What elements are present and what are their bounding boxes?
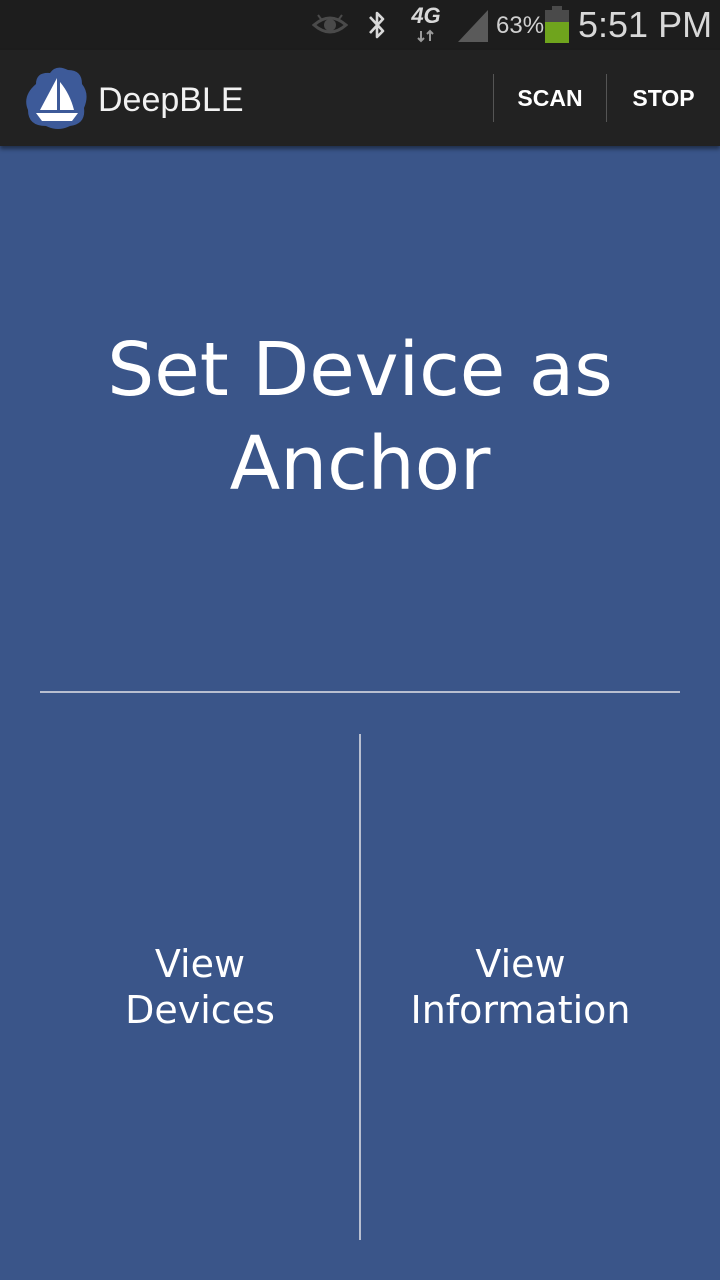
stop-button[interactable]: STOP [607, 74, 720, 122]
battery-percent: 63% [496, 12, 545, 39]
set-anchor-button[interactable]: Set Device as Anchor [0, 146, 720, 692]
bluetooth-icon [369, 11, 385, 39]
horizontal-divider [40, 691, 680, 693]
set-anchor-line-2: Anchor [229, 421, 491, 507]
network-type-label: 4G [411, 3, 441, 28]
view-information-line-2: Information [410, 988, 631, 1032]
status-bar: 4G 63% 5:51 PM [0, 0, 720, 50]
app-title: DeepBLE [98, 81, 244, 119]
data-arrows-icon [417, 29, 434, 43]
view-information-label: View Information [411, 941, 631, 1033]
clock: 5:51 PM [578, 4, 713, 45]
view-devices-label: View Devices [125, 941, 275, 1033]
app-screen: 4G 63% 5:51 PM DeepBLE SCAN STOP Set Dev… [0, 0, 720, 1280]
view-information-button[interactable]: View Information [361, 734, 680, 1240]
set-anchor-label: Set Device as Anchor [80, 323, 640, 511]
view-devices-line-2: Devices [125, 988, 275, 1032]
scan-button[interactable]: SCAN [494, 74, 606, 122]
view-information-line-1: View [475, 942, 566, 986]
action-bar: DeepBLE SCAN STOP [0, 50, 720, 146]
signal-icon [458, 10, 488, 42]
eye-icon [312, 14, 348, 34]
battery-icon [545, 6, 569, 43]
view-devices-line-1: View [154, 942, 246, 986]
set-anchor-line-1: Set Device as [107, 327, 613, 413]
view-devices-button[interactable]: View Devices [40, 734, 360, 1240]
4g-icon: 4G [408, 4, 444, 46]
sailboat-logo[interactable] [22, 64, 90, 130]
